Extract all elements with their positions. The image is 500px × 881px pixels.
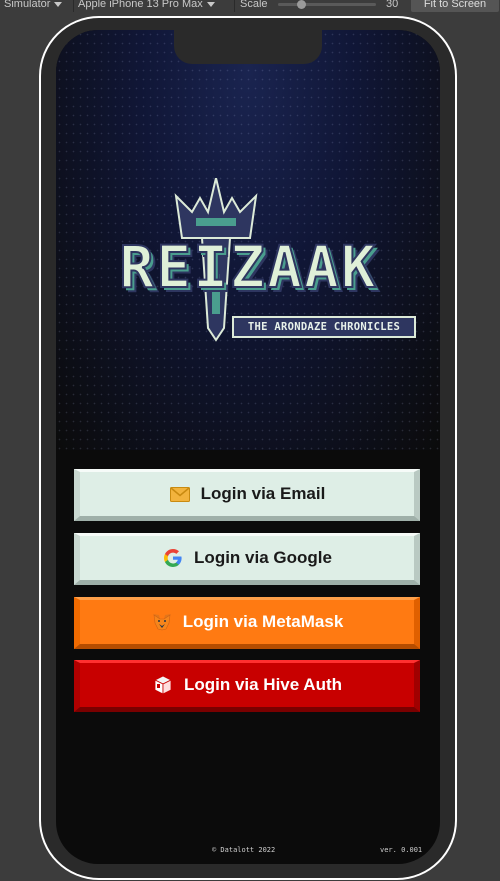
game-logo: REIZAAK THE ARONDAZE CHRONICLES <box>76 178 421 343</box>
toolbar-divider <box>73 0 74 12</box>
scale-slider-thumb[interactable] <box>297 0 306 9</box>
version-text: ver. 0.001 <box>380 846 423 854</box>
chevron-down-icon <box>206 1 215 7</box>
login-email-button[interactable]: Login via Email <box>74 469 420 521</box>
login-hive-auth-button[interactable]: Login via Hive Auth <box>74 660 420 712</box>
simulator-toolbar: Simulator Apple iPhone 13 Pro Max Scale … <box>0 0 500 12</box>
metamask-fox-icon <box>151 612 173 632</box>
chevron-down-icon <box>54 1 63 7</box>
device-notch <box>174 30 322 64</box>
scale-value: 30 <box>386 0 399 10</box>
copyright-text: © Datalott 2022 <box>212 846 276 854</box>
view-mode-dropdown[interactable]: Simulator <box>4 0 63 11</box>
hive-cube-icon <box>152 675 174 695</box>
toolbar-divider <box>234 0 235 12</box>
view-mode-label: Simulator <box>4 0 51 10</box>
scale-label: Scale <box>240 0 268 10</box>
login-google-button[interactable]: Login via Google <box>74 533 420 585</box>
google-icon <box>162 548 184 568</box>
envelope-icon <box>169 484 191 504</box>
device-dropdown[interactable]: Apple iPhone 13 Pro Max <box>78 0 215 11</box>
login-email-label: Login via Email <box>200 484 326 503</box>
fit-to-screen-button[interactable]: Fit to Screen <box>411 0 499 12</box>
scale-slider-track[interactable] <box>278 3 376 6</box>
logo-subtitle: THE ARONDAZE CHRONICLES <box>232 316 416 338</box>
device-label: Apple iPhone 13 Pro Max <box>78 0 203 10</box>
login-metamask-label: Login via MetaMask <box>182 612 344 631</box>
logo-title: REIZAAK <box>118 232 378 302</box>
game-screen: REIZAAK THE ARONDAZE CHRONICLES Login vi… <box>56 30 440 864</box>
login-metamask-button[interactable]: Login via MetaMask <box>74 597 420 649</box>
login-hive-auth-label: Login via Hive Auth <box>183 675 343 694</box>
login-google-label: Login via Google <box>194 548 332 567</box>
